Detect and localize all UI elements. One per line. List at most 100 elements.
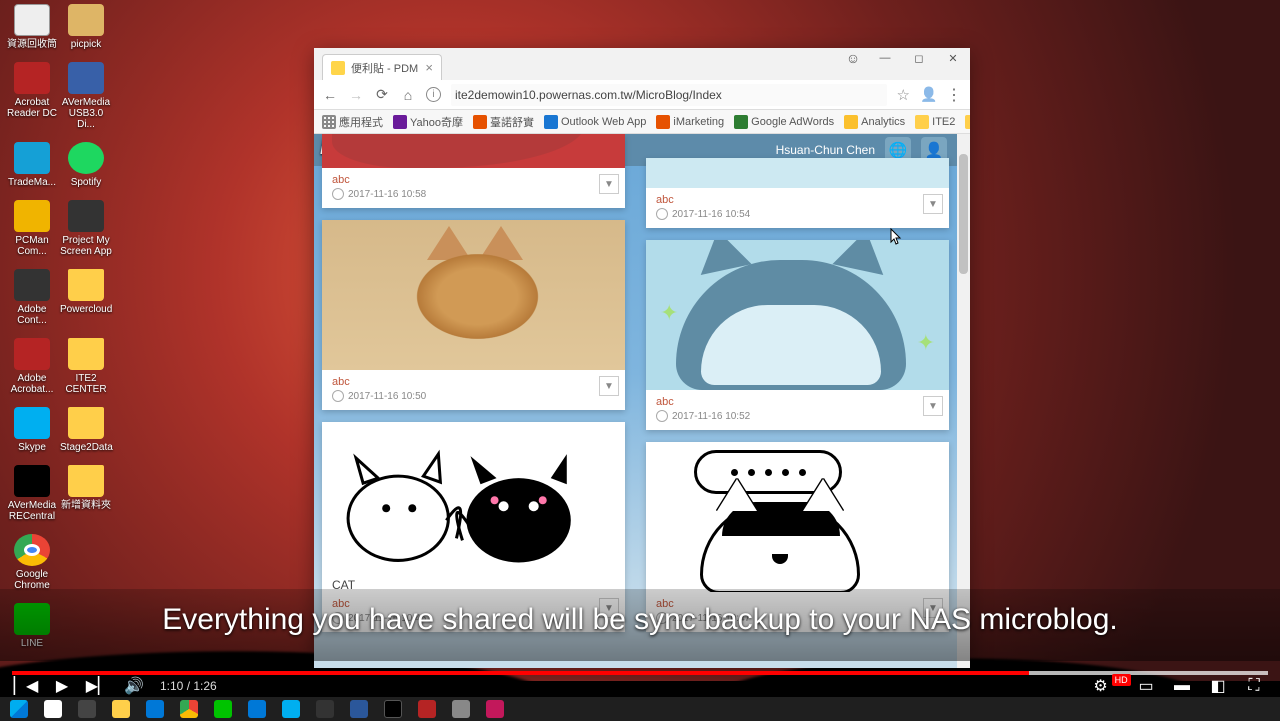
taskbar-app-cloud[interactable] bbox=[446, 698, 476, 720]
browser-tab-active[interactable]: 便利貼 - PDM × bbox=[322, 54, 442, 80]
nav-home-icon[interactable]: ⌂ bbox=[400, 87, 416, 103]
taskbar-app-cmd[interactable] bbox=[378, 698, 408, 720]
desktop-icon-label: Adobe Acrobat... bbox=[6, 373, 58, 395]
taskbar-app-skype[interactable] bbox=[276, 698, 306, 720]
pdf-icon bbox=[14, 338, 50, 370]
volume-icon[interactable]: 🔊 bbox=[124, 676, 144, 696]
desktop-icon-label: Google Chrome bbox=[6, 569, 58, 591]
pcman-icon bbox=[14, 200, 50, 232]
miniplayer-icon[interactable]: ▭ bbox=[1136, 676, 1156, 696]
bookmark-favicon bbox=[322, 115, 336, 129]
taskbar-app-pdf[interactable] bbox=[412, 698, 442, 720]
desktop-icon-label: Spotify bbox=[60, 177, 112, 188]
play-button[interactable]: ▶ bbox=[52, 676, 72, 696]
taskbar-app-gallery[interactable] bbox=[310, 698, 340, 720]
card-image[interactable] bbox=[322, 220, 625, 370]
card-image[interactable] bbox=[322, 134, 625, 168]
bookmark-item[interactable]: Analytics bbox=[844, 115, 905, 129]
taskbar-app-pin[interactable] bbox=[480, 698, 510, 720]
bookmark-item[interactable]: 應用程式 bbox=[322, 114, 383, 130]
nav-reload-icon[interactable]: ⟳ bbox=[374, 86, 390, 103]
desktop-icon[interactable]: 新增資料夾 bbox=[60, 465, 112, 522]
video-controls: ▏◀ ▶ ▶▏ 🔊 1:10 / 1:26 ⚙HD ▭ ▬ ◧ ⛶ bbox=[0, 675, 1280, 697]
desktop-icon[interactable]: 資源回收筒 bbox=[6, 4, 58, 50]
proj-icon bbox=[68, 200, 104, 232]
tab-close-icon[interactable]: × bbox=[425, 60, 433, 75]
chrome-profile-icon[interactable]: ☺ bbox=[838, 48, 868, 68]
desktop-icon[interactable]: Acrobat Reader DC bbox=[6, 62, 58, 130]
desktop-icon-label: AVerMedia USB3.0 Di... bbox=[60, 97, 112, 130]
card-image[interactable] bbox=[322, 422, 625, 572]
window-minimize-button[interactable]: — bbox=[868, 48, 902, 68]
card-menu-button[interactable]: ▼ bbox=[923, 396, 943, 416]
nav-back-icon[interactable]: ← bbox=[322, 87, 338, 103]
windows-taskbar bbox=[0, 697, 1280, 721]
card-timestamp: 2017-11-16 10:54 bbox=[656, 208, 939, 220]
nav-forward-icon[interactable]: → bbox=[348, 87, 364, 103]
folder-icon bbox=[68, 465, 104, 497]
desktop-icon[interactable]: Powercloud bbox=[60, 269, 112, 326]
bookmark-item[interactable]: Google AdWords bbox=[734, 115, 834, 129]
next-button[interactable]: ▶▏ bbox=[88, 676, 108, 696]
theater-icon[interactable]: ▬ bbox=[1172, 676, 1192, 696]
user-icon[interactable]: 👤 bbox=[920, 86, 936, 103]
desktop-icon[interactable]: AVerMedia USB3.0 Di... bbox=[60, 62, 112, 130]
desktop-icon[interactable]: picpick bbox=[60, 4, 112, 50]
bookmark-item[interactable]: 銷售 bbox=[965, 114, 970, 130]
desktop-icon[interactable]: PCMan Com... bbox=[6, 200, 58, 257]
desktop-icon-label: ITE2 CENTER bbox=[60, 373, 112, 395]
taskbar-app-search[interactable] bbox=[38, 698, 68, 720]
card-menu-button[interactable]: ▼ bbox=[599, 376, 619, 396]
desktop-icon[interactable]: Stage2Data bbox=[60, 407, 112, 453]
desktop-icon[interactable]: AVerMedia RECentral bbox=[6, 465, 58, 522]
bookmark-item[interactable]: iMarketing bbox=[656, 115, 724, 129]
window-close-button[interactable]: ✕ bbox=[936, 48, 970, 68]
address-bar[interactable] bbox=[451, 84, 887, 106]
desktop-icon-label: 新增資料夾 bbox=[60, 500, 112, 511]
desktop-icon[interactable]: Skype bbox=[6, 407, 58, 453]
taskbar-app-store[interactable] bbox=[140, 698, 170, 720]
desktop-icon-label: Powercloud bbox=[60, 304, 112, 315]
desktop-icon[interactable]: ITE2 CENTER bbox=[60, 338, 112, 395]
video-time: 1:10 / 1:26 bbox=[160, 679, 217, 693]
taskbar-app-files[interactable] bbox=[106, 698, 136, 720]
desktop-icon[interactable]: TradeMa... bbox=[6, 142, 58, 188]
card-image[interactable] bbox=[646, 158, 949, 188]
bookmark-item[interactable]: 臺諾舒實 bbox=[473, 114, 534, 130]
desktop-icon[interactable]: Adobe Cont... bbox=[6, 269, 58, 326]
desktop-icon[interactable]: Google Chrome bbox=[6, 534, 58, 591]
fullscreen-icon[interactable]: ⛶ bbox=[1244, 676, 1264, 696]
vertical-scrollbar[interactable] bbox=[957, 134, 970, 668]
desktop-icon[interactable]: Adobe Acrobat... bbox=[6, 338, 58, 395]
site-info-icon[interactable]: i bbox=[426, 87, 441, 102]
scrollbar-thumb[interactable] bbox=[959, 154, 968, 274]
header-username: Hsuan-Chun Chen bbox=[776, 143, 875, 157]
bookmark-item[interactable]: ITE2 bbox=[915, 115, 955, 129]
taskbar-app-chrome[interactable] bbox=[174, 698, 204, 720]
taskbar-app-edge[interactable] bbox=[242, 698, 272, 720]
card-image[interactable]: ✦✦ bbox=[646, 240, 949, 390]
desktop-icon-label: Project My Screen App bbox=[60, 235, 112, 257]
trash-icon bbox=[14, 4, 50, 36]
bookmark-item[interactable]: Yahoo奇摩 bbox=[393, 114, 463, 130]
taskbar-app-word[interactable] bbox=[344, 698, 374, 720]
cards-column-left: abc 2017-11-16 10:58 ▼ abc 2017-11-16 10… bbox=[322, 134, 625, 632]
bookmark-item[interactable]: Outlook Web App bbox=[544, 115, 646, 129]
taskbar-app-line[interactable] bbox=[208, 698, 238, 720]
chrome-menu-icon[interactable]: ⋮ bbox=[946, 85, 962, 105]
card-timestamp: 2017-11-16 10:58 bbox=[332, 188, 615, 200]
taskbar-app-start[interactable] bbox=[4, 698, 34, 720]
prev-button[interactable]: ▏◀ bbox=[16, 676, 36, 696]
bookmark-star-icon[interactable]: ☆ bbox=[897, 86, 910, 104]
desktop-icon[interactable]: Project My Screen App bbox=[60, 200, 112, 257]
card-menu-button[interactable]: ▼ bbox=[923, 194, 943, 214]
taskbar-app-tasks[interactable] bbox=[72, 698, 102, 720]
window-maximize-button[interactable]: ◻ bbox=[902, 48, 936, 68]
desktop-icon[interactable]: Spotify bbox=[60, 142, 112, 188]
microblog-card: ✦✦ abc 2017-11-16 10:52 ▼ bbox=[646, 240, 949, 430]
card-menu-button[interactable]: ▼ bbox=[599, 174, 619, 194]
card-image[interactable] bbox=[646, 442, 949, 592]
desktop-icon-label: AVerMedia RECentral bbox=[6, 500, 58, 522]
cast-icon[interactable]: ◧ bbox=[1208, 676, 1228, 696]
settings-icon[interactable]: ⚙HD bbox=[1100, 676, 1120, 696]
